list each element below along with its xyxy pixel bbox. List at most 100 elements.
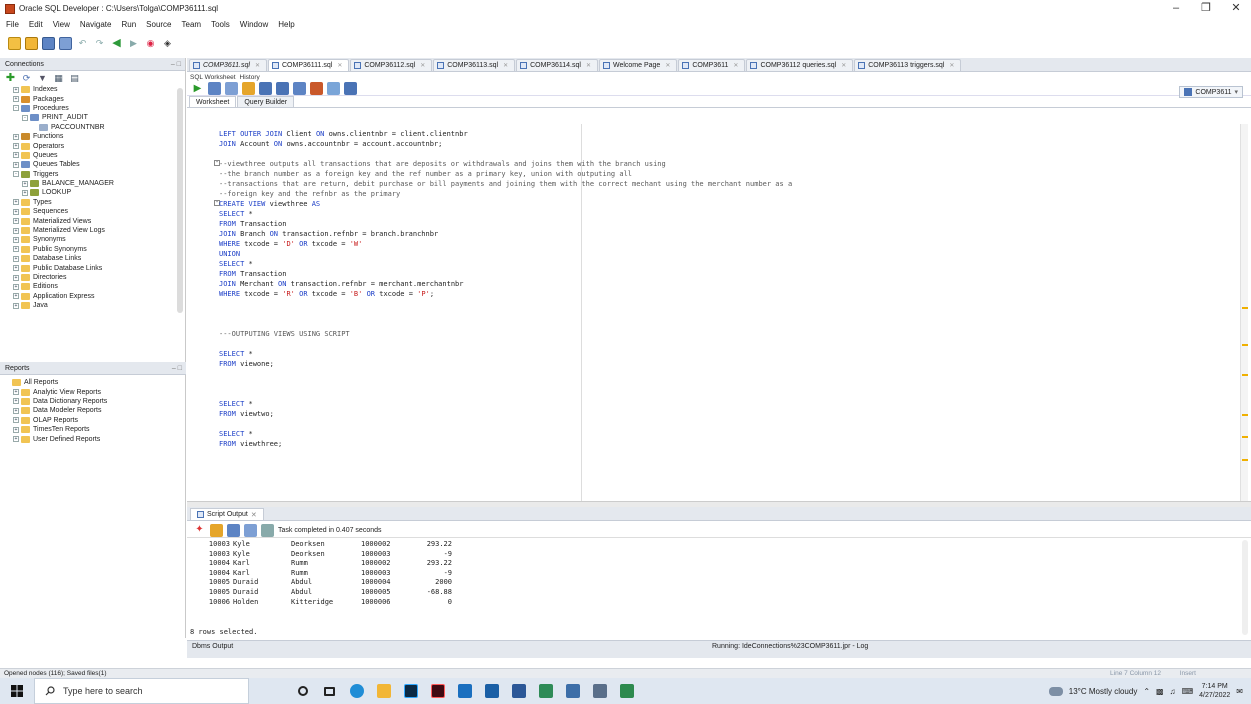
- menu-tools[interactable]: Tools: [211, 20, 230, 29]
- output-scrollbar[interactable]: [1242, 540, 1248, 635]
- tree-item[interactable]: + Materialized Views: [0, 216, 185, 225]
- tools-icon[interactable]: [586, 678, 613, 704]
- redo-icon[interactable]: ↷: [93, 37, 106, 50]
- editor-tab[interactable]: Welcome Page ✕: [598, 59, 678, 71]
- expand-toggle-icon[interactable]: +: [13, 398, 19, 405]
- history-tab[interactable]: History: [240, 74, 260, 81]
- close-tab-icon[interactable]: ✕: [503, 62, 508, 69]
- sql-worksheet-tab[interactable]: SQL Worksheet: [190, 74, 236, 81]
- tree-item[interactable]: + Sequences: [0, 207, 185, 216]
- worksheet-tab[interactable]: Worksheet: [189, 96, 237, 107]
- pin-icon[interactable]: ✦: [193, 524, 206, 537]
- print-icon[interactable]: [244, 523, 257, 537]
- word-icon[interactable]: [505, 678, 532, 704]
- clear-icon[interactable]: [310, 82, 323, 95]
- editor-tab[interactable]: COMP3611 ✕: [678, 59, 746, 71]
- volume-icon[interactable]: ♫: [1170, 687, 1176, 696]
- clock[interactable]: 7:14 PM 4/27/2022: [1199, 682, 1230, 700]
- tree-item[interactable]: + Analytic View Reports: [0, 387, 186, 396]
- expand-toggle-icon[interactable]: +: [13, 208, 19, 215]
- tree-item[interactable]: + Public Database Links: [0, 263, 185, 272]
- file-explorer-icon[interactable]: [370, 678, 397, 704]
- tree-item[interactable]: + Functions: [0, 132, 185, 141]
- tree-item[interactable]: + Database Links: [0, 254, 185, 263]
- expand-toggle-icon[interactable]: +: [13, 218, 19, 225]
- sql-tuning-icon[interactable]: [293, 82, 306, 95]
- expand-toggle-icon[interactable]: +: [13, 236, 19, 243]
- sql-code-editor[interactable]: - - LEFT OUTER JOIN Client ON owns.clien…: [187, 124, 1251, 501]
- expand-toggle-icon[interactable]: +: [13, 302, 19, 309]
- expand-toggle-icon[interactable]: +: [13, 283, 19, 290]
- tree-item[interactable]: - Triggers: [0, 170, 185, 179]
- editor-tab[interactable]: COMP36111.sql ✕: [267, 59, 350, 71]
- panel-minimize-icon[interactable]: – □: [171, 58, 181, 71]
- tree-item[interactable]: + Operators: [0, 141, 185, 150]
- expand-toggle-icon[interactable]: +: [13, 133, 19, 140]
- connect-icon[interactable]: ◉: [144, 37, 157, 50]
- editor-tab[interactable]: COMP36114.sql ✕: [516, 59, 598, 71]
- new-file-icon[interactable]: [8, 36, 21, 50]
- start-button[interactable]: [0, 678, 34, 704]
- script-output-body[interactable]: 10003 Kyle Deorksen 1000002 293.22 10003 Kyle D…: [187, 537, 1251, 640]
- connections-tool-icon[interactable]: ▤: [68, 72, 81, 85]
- expand-toggle-icon[interactable]: +: [13, 426, 19, 433]
- maximize-button[interactable]: ❐: [1191, 0, 1221, 17]
- expand-toggle-icon[interactable]: -: [13, 171, 19, 178]
- tree-item[interactable]: + Queues: [0, 151, 185, 160]
- eraser-icon[interactable]: [210, 523, 223, 537]
- tree-item[interactable]: + Indexes: [0, 85, 185, 94]
- expand-toggle-icon[interactable]: +: [13, 199, 19, 206]
- expand-toggle-icon[interactable]: +: [13, 96, 19, 103]
- history-icon[interactable]: [327, 82, 340, 95]
- expand-toggle-icon[interactable]: +: [13, 407, 19, 414]
- edge-browser-icon[interactable]: [343, 678, 370, 704]
- expand-toggle-icon[interactable]: +: [13, 417, 19, 424]
- expand-toggle-icon[interactable]: +: [13, 436, 19, 443]
- tree-item[interactable]: + Java: [0, 301, 185, 310]
- tree-item[interactable]: + Materialized View Logs: [0, 226, 185, 235]
- expand-toggle-icon[interactable]: +: [13, 152, 19, 159]
- close-icon[interactable]: ✕: [251, 511, 257, 519]
- back-icon[interactable]: ◀: [110, 37, 123, 50]
- network-icon[interactable]: ▩: [1156, 687, 1164, 696]
- filter-icon[interactable]: ▼: [36, 72, 49, 85]
- expand-toggle-icon[interactable]: +: [13, 227, 19, 234]
- notes-icon[interactable]: [532, 678, 559, 704]
- cortana-icon[interactable]: [289, 678, 316, 704]
- save-output-icon[interactable]: [227, 523, 240, 537]
- run-script-icon[interactable]: [208, 82, 221, 95]
- buffer-icon[interactable]: [261, 523, 274, 537]
- close-tab-icon[interactable]: ✕: [255, 62, 260, 69]
- editor-tab[interactable]: COMP3611.sql ✕: [189, 59, 267, 71]
- photoshop-icon[interactable]: [397, 678, 424, 704]
- menu-file[interactable]: File: [6, 20, 19, 29]
- tree-item[interactable]: + Types: [0, 198, 185, 207]
- run-statement-icon[interactable]: ▶: [191, 82, 204, 95]
- save-icon[interactable]: [42, 36, 55, 50]
- expand-toggle-icon[interactable]: +: [13, 265, 19, 272]
- expand-toggle-icon[interactable]: -: [22, 114, 28, 121]
- tree-item[interactable]: + User Defined Reports: [0, 434, 186, 443]
- tree-item[interactable]: PACCOUNTNBR: [0, 123, 185, 132]
- tree-item[interactable]: + Packages: [0, 94, 185, 103]
- close-tab-icon[interactable]: ✕: [841, 62, 846, 69]
- expand-toggle-icon[interactable]: +: [13, 255, 19, 262]
- weather-text[interactable]: 13°C Mostly cloudy: [1069, 687, 1138, 696]
- store-icon[interactable]: [451, 678, 478, 704]
- expand-toggle-icon[interactable]: +: [22, 180, 28, 187]
- close-tab-icon[interactable]: ✕: [665, 62, 670, 69]
- schema-browser-icon[interactable]: ▦: [52, 72, 65, 85]
- close-tab-icon[interactable]: ✕: [949, 62, 954, 69]
- expand-toggle-icon[interactable]: -: [13, 105, 19, 112]
- autotrace-icon[interactable]: [276, 82, 289, 95]
- menu-team[interactable]: Team: [182, 20, 202, 29]
- add-connection-icon[interactable]: ✚: [4, 72, 17, 85]
- calculator-icon[interactable]: [478, 678, 505, 704]
- query-builder-tab[interactable]: Query Builder: [237, 96, 295, 107]
- expand-toggle-icon[interactable]: +: [13, 161, 19, 168]
- undo-icon[interactable]: ↶: [76, 37, 89, 50]
- taskbar-search-box[interactable]: Type here to search: [34, 678, 249, 704]
- animate-icon[interactable]: [424, 678, 451, 704]
- tree-item[interactable]: + TimesTen Reports: [0, 425, 186, 434]
- close-tab-icon[interactable]: ✕: [733, 62, 738, 69]
